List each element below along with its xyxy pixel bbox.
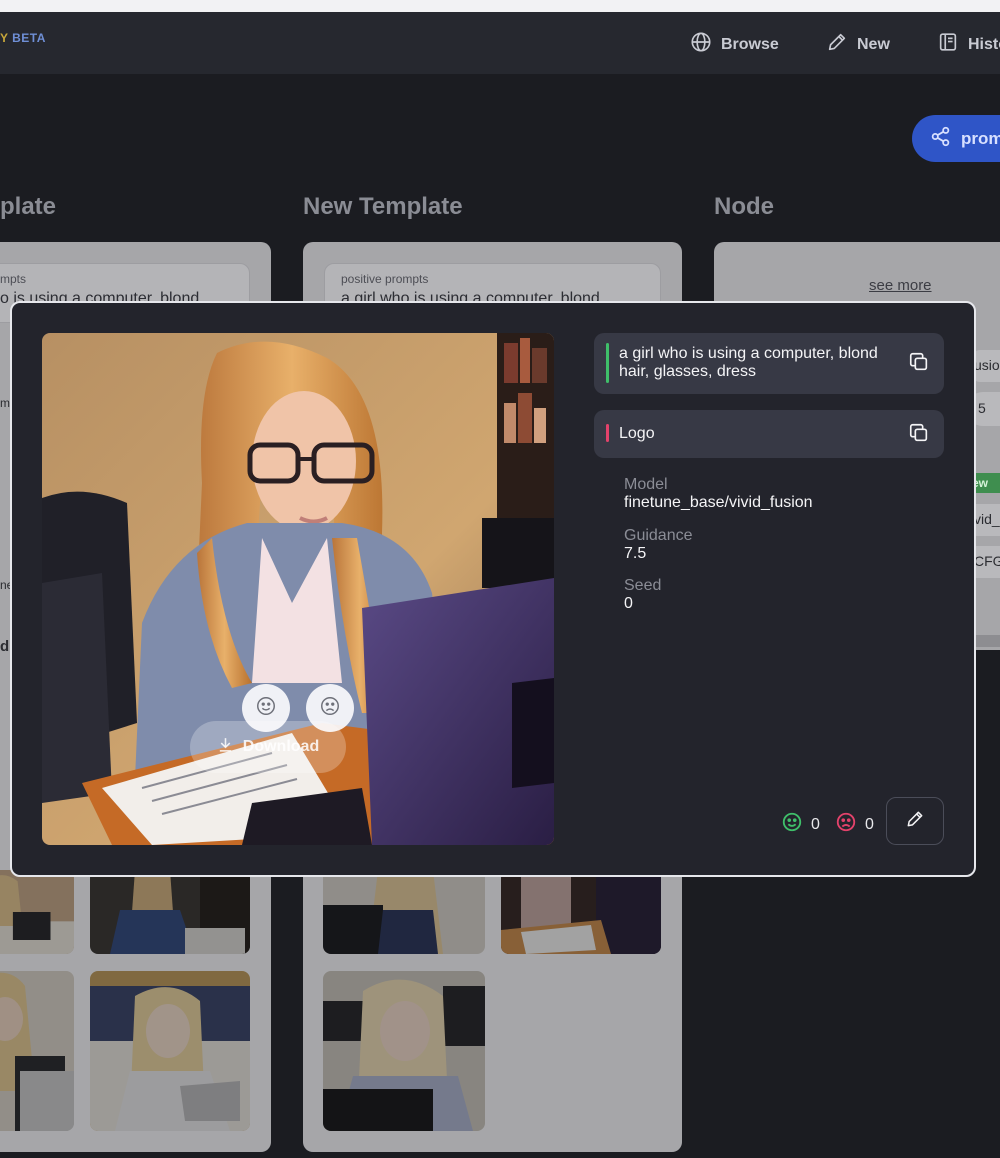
node-fragment-fusion: usio: [974, 357, 1000, 373]
thumbnail-image[interactable]: [323, 870, 485, 954]
thumbnail-image[interactable]: [90, 870, 250, 954]
copy-icon: [908, 423, 930, 448]
download-button[interactable]: Download: [190, 721, 346, 773]
nav-new-label: New: [857, 35, 890, 53]
thumbnail-image[interactable]: [0, 870, 74, 954]
negative-prompt-text: Logo: [619, 425, 655, 442]
node-fragment-guidance: 5: [978, 400, 986, 416]
node-fragment-cfg: CFG: [974, 553, 1000, 569]
like-count-value: 0: [811, 815, 820, 833]
positive-prompt-card: a girl who is using a computer, blond ha…: [594, 333, 944, 394]
column-title-template: plate: [0, 193, 57, 220]
guidance-label: Guidance: [624, 527, 693, 544]
edit-button[interactable]: [886, 797, 944, 845]
seed-value: 0: [624, 595, 633, 612]
share-button-label: prom: [961, 128, 1000, 148]
thumbnail-image[interactable]: [323, 971, 485, 1131]
thumbnail-image[interactable]: [90, 971, 250, 1131]
book-icon: [937, 31, 959, 58]
image-detail-modal: Download a girl who is using a computer,…: [10, 301, 976, 877]
dislike-count-value: 0: [865, 815, 874, 833]
dislike-count[interactable]: 0: [835, 811, 874, 838]
download-label: Download: [242, 738, 320, 755]
guidance-value: 7.5: [624, 545, 647, 562]
negative-prompt-card: Logo: [594, 410, 944, 458]
beta-badge: BETA: [12, 31, 46, 45]
like-count[interactable]: 0: [781, 811, 820, 838]
frown-icon: [835, 811, 857, 838]
column-title-new-template: New Template: [303, 193, 463, 220]
thumbnail-image[interactable]: [501, 870, 661, 954]
positive-indicator: [606, 343, 609, 383]
column-title-node: Node: [714, 193, 774, 220]
logo-letter: Y: [0, 31, 9, 45]
frown-icon: [319, 695, 341, 722]
left-fragment-1: m: [0, 396, 10, 410]
nav-browse[interactable]: Browse: [690, 31, 779, 58]
smile-icon: [255, 695, 277, 722]
download-icon: [217, 736, 234, 758]
scrollbar[interactable]: [972, 635, 1000, 647]
negative-indicator: [606, 424, 609, 442]
nav-history[interactable]: Histo: [937, 31, 1000, 58]
share-prompt-button[interactable]: prom: [912, 115, 1000, 162]
model-value: finetune_base/vivid_fusion: [624, 494, 813, 511]
model-label: Model: [624, 476, 668, 493]
seed-label: Seed: [624, 577, 662, 594]
node-fragment-model: vid_: [974, 511, 1000, 527]
positive-prompt-text: a girl who is using a computer, blond ha…: [619, 345, 878, 380]
thumbnail-image[interactable]: [0, 971, 74, 1131]
nav-history-label: Histo: [968, 35, 1000, 53]
nav-new[interactable]: New: [826, 31, 890, 58]
prompt-label: positive prompts: [341, 272, 429, 286]
left-fragment-3: d: [0, 638, 10, 655]
pencil-icon: [905, 809, 925, 834]
copy-negative-button[interactable]: [908, 422, 932, 446]
see-more-link[interactable]: see more: [869, 277, 932, 294]
logo[interactable]: Y BETA: [0, 31, 46, 45]
globe-icon: [690, 31, 712, 58]
share-icon: [930, 126, 951, 152]
nav-browse-label: Browse: [721, 35, 779, 53]
browser-chrome-strip: [0, 0, 1000, 12]
pencil-icon: [826, 31, 848, 58]
copy-icon: [908, 352, 930, 377]
smile-icon: [781, 811, 803, 838]
prompt-label: mpts: [0, 272, 27, 286]
copy-positive-button[interactable]: [908, 351, 932, 375]
